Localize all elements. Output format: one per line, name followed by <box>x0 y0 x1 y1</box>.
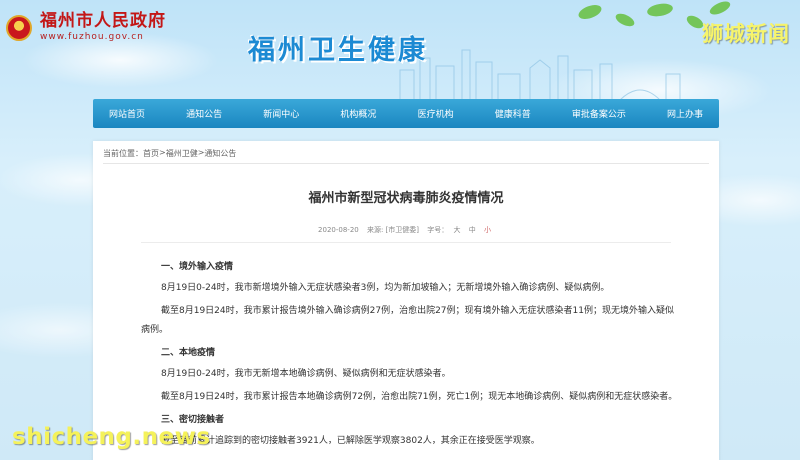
breadcrumb-notices[interactable]: 通知公告 <box>204 148 236 159</box>
nav-item-notices[interactable]: 通知公告 <box>186 107 222 120</box>
breadcrumb-home[interactable]: 首页 <box>143 148 159 159</box>
article-source: 来源: [市卫健委] <box>366 226 420 234</box>
breadcrumb-separator: > <box>159 148 166 157</box>
city-skyline-illustration <box>399 49 681 100</box>
gov-logo-url: www.fuzhou.gov.cn <box>40 32 144 42</box>
nav-item-medical[interactable]: 医疗机构 <box>418 107 454 120</box>
nav-item-news[interactable]: 新闻中心 <box>263 107 299 120</box>
nav-item-about[interactable]: 机构概况 <box>340 107 376 120</box>
breadcrumb-fuzhou-health[interactable]: 福州卫健 <box>166 148 198 159</box>
gov-logo[interactable]: 福州市人民政府 www.fuzhou.gov.cn <box>6 12 166 43</box>
article-date: 2020-08-20 <box>318 226 359 234</box>
breadcrumb-separator: > <box>197 148 205 157</box>
national-emblem-icon <box>6 14 32 41</box>
watermark-bottom: shicheng.news <box>12 424 211 450</box>
breadcrumb: 当前位置： 首页 > 福州卫健 > 通知公告 <box>103 148 236 159</box>
article-body: 一、境外输入疫情 8月19日0-24时，我市新增境外输入无症状感染者3例，均为新… <box>141 258 681 455</box>
article-paragraph: 截至目前累计追踪到的密切接触者3921人，已解除医学观察3802人，其余正在接受… <box>161 436 540 446</box>
breadcrumb-divider <box>103 163 709 164</box>
watermark-top: 狮城新闻 <box>702 22 790 46</box>
font-size-small[interactable]: 小 <box>484 226 491 234</box>
article-paragraph: 8月19日0-24时，我市无新增本地确诊病例、疑似病例和无症状感染者。 <box>161 369 451 379</box>
section-heading: 一、境外输入疫情 <box>161 262 234 272</box>
section-heading: 三、密切接触者 <box>161 415 225 425</box>
gov-logo-name: 福州市人民政府 <box>40 11 166 31</box>
article-paragraph: 8月19日0-24时，我市新增境外输入无症状感染者3例，均为新加坡输入；无新增境… <box>161 283 610 293</box>
nav-item-online-services[interactable]: 网上办事 <box>667 107 703 120</box>
nav-item-health[interactable]: 健康科普 <box>495 107 531 120</box>
article-paragraph: 截至8月19日24时，我市累计报告境外输入确诊病例27例，治愈出院27例；现有境… <box>141 306 674 335</box>
site-title[interactable]: 福州卫生健康 <box>248 28 428 67</box>
font-size-medium[interactable]: 中 <box>469 226 476 234</box>
nav-item-approval[interactable]: 审批备案公示 <box>572 107 626 120</box>
article-title: 福州市新型冠状病毒肺炎疫情情况 <box>308 191 504 206</box>
nav-item-home[interactable]: 网站首页 <box>109 107 145 120</box>
meta-divider <box>141 242 671 243</box>
font-size-large[interactable]: 大 <box>453 226 460 234</box>
article-panel: 当前位置： 首页 > 福州卫健 > 通知公告 福州市新型冠状病毒肺炎疫情情况 2… <box>93 141 719 460</box>
font-size-label: 字号： <box>427 226 449 234</box>
main-nav: 网站首页 通知公告 新闻中心 机构概况 医疗机构 健康科普 审批备案公示 网上办… <box>93 99 719 128</box>
breadcrumb-prefix: 当前位置： <box>103 149 143 158</box>
article-meta: 2020-08-20 来源: [市卫健委] 字号： 大 中 小 <box>93 225 719 235</box>
section-heading: 二、本地疫情 <box>161 348 216 358</box>
article-paragraph: 截至8月19日24时，我市累计报告本地确诊病例72例，治愈出院71例，死亡1例；… <box>161 392 678 402</box>
